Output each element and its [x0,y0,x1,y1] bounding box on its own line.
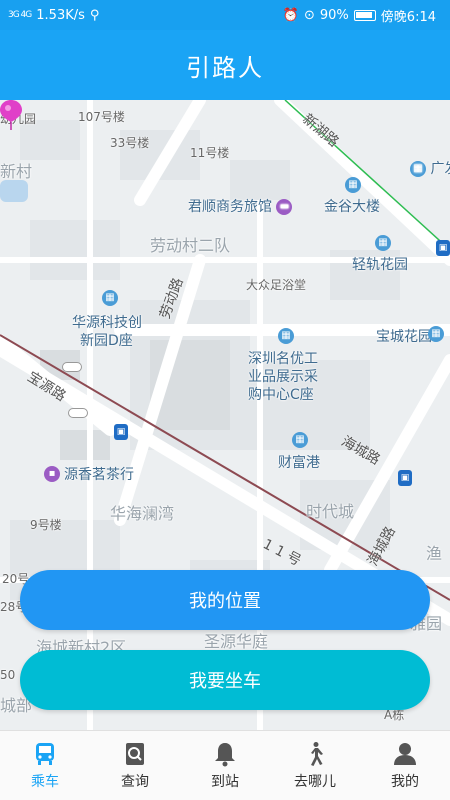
my-location-button[interactable]: 我的位置 [20,570,430,630]
tab-query[interactable]: 查询 [90,731,180,800]
poi-shengyuan[interactable]: 圣源华庭 [204,628,268,652]
bus-icon [36,742,54,765]
signal-indicator: 3G 4G [8,10,32,20]
bus-stop-icon[interactable]: ▣ [436,240,450,256]
poi-laodong-village[interactable]: 劳动村二队 [150,232,230,256]
tab-ride-label: 乘车 [31,773,59,790]
poi-yu[interactable]: 渔 [426,540,442,564]
tab-destination[interactable]: 去哪儿 [270,731,360,800]
building-icon: ▦ [345,177,361,193]
tab-arrival[interactable]: 到站 [180,731,270,800]
usb-icon: ⚲ [89,7,100,23]
bus-stop-icon[interactable]: ▣ [398,470,412,486]
bottom-tab-bar: 乘车 查询 到站 去哪儿 我的 [0,730,450,800]
battery-icon [353,9,376,21]
poi-building-11[interactable]: 11号楼 [190,144,229,161]
status-bar: 3G 4G 1.53K/s ⚲ ⏰ ⊙ 90% 傍晚6:14 [0,0,450,30]
tab-arrival-label: 到站 [211,773,239,790]
tab-mine-label: 我的 [391,773,419,790]
poi-junshun-hotel[interactable]: 君顺商务旅馆 ▬ [188,196,293,216]
poi-dazhong[interactable]: 大众足浴堂 [246,276,306,293]
network-speed: 1.53K/s [36,7,85,23]
poi-shenzhen-line2[interactable]: 业品展示采 [248,366,318,386]
poi-building-50[interactable]: 50 [0,668,15,682]
take-bus-label: 我要坐车 [189,671,261,692]
building-icon: ▦ [102,290,118,306]
poi-guangfa-label: 广发大 [430,161,450,177]
building-icon: ▦ [375,235,391,251]
poi-baocheng[interactable]: 宝城花园 [376,326,432,346]
person-icon [394,742,416,765]
poi-guangfa[interactable]: ▦ 广发大 [410,158,450,178]
poi-shenzhen-line1[interactable]: 深圳名优工 [248,348,318,368]
poi-shenzhen-line3[interactable]: 购中心C座 [248,384,314,404]
building-icon: ▦ [278,328,294,344]
shop-icon: ▪ [44,466,60,482]
poi-building-9[interactable]: 9号楼 [30,516,62,533]
tab-query-label: 查询 [121,773,149,790]
hotel-icon: ▬ [276,199,293,215]
traffic-light-icon [62,362,82,372]
page-title: 引路人 [186,53,264,82]
clock: 傍晚6:14 [380,9,436,25]
bell-icon [215,742,235,766]
tab-destination-label: 去哪儿 [294,773,336,790]
poi-huahai[interactable]: 华海澜湾 [110,500,174,524]
poi-huayuan-line2[interactable]: 新园D座 [80,330,133,350]
alarm-icon: ⏰ [282,7,299,23]
poi-jingu-label: 金谷大楼 [324,199,380,215]
battery-percent: 90% [319,7,349,23]
location-pin-icon [0,100,22,130]
poi-jingu[interactable]: 金谷大楼 [324,196,380,216]
poi-qinggui[interactable]: 轻轨花园 [352,254,408,274]
take-bus-button[interactable]: 我要坐车 [20,650,430,710]
poi-xincun[interactable]: 新村 [0,158,32,182]
location-status-icon: ⊙ [303,7,315,23]
poi-shidai[interactable]: 时代城 [306,498,354,522]
traffic-light-icon [68,408,88,418]
map-view[interactable]: 107号楼 33号楼 11号楼 幼儿园 新村 ▦ 广发大 君顺商务旅馆 ▬ 金谷… [0,100,450,730]
building-icon: ▦ [428,326,444,342]
walk-icon [311,741,323,766]
app-header: 引路人 [0,30,450,100]
building-icon: ▦ [410,161,426,177]
poi-building-107[interactable]: 107号楼 [78,108,125,125]
poi-junshun-label: 君顺商务旅馆 [188,199,272,215]
my-location-label: 我的位置 [189,591,261,612]
poi-caifugang[interactable]: 财富港 [278,452,320,472]
poi-huayuan-line1[interactable]: 华源科技创 [72,312,142,332]
poi-building-33[interactable]: 33号楼 [110,134,149,151]
bus-stop-icon[interactable]: ▣ [114,424,128,440]
building-icon: ▦ [292,432,308,448]
poi-yuanxiang[interactable]: 源香茗茶行 [64,464,134,484]
tab-mine[interactable]: 我的 [360,731,450,800]
search-doc-icon [126,742,144,765]
tab-ride[interactable]: 乘车 [0,731,90,800]
